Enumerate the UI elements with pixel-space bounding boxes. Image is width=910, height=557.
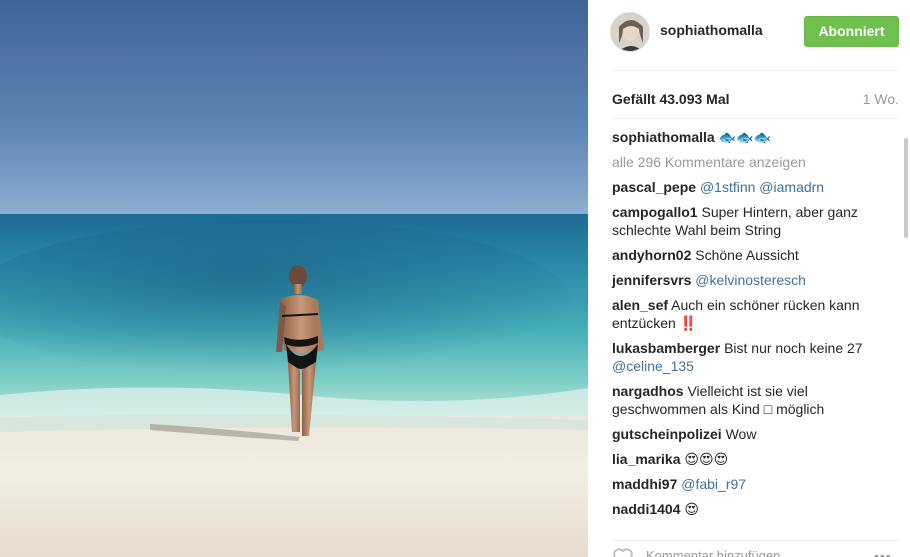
comment-item: maddhi97 @fabi_r97 xyxy=(612,475,884,493)
comment-username[interactable]: naddi1404 xyxy=(612,501,680,517)
add-comment-bar: Kommentar hinzufügen ... ••• xyxy=(612,540,899,557)
more-options-icon[interactable]: ••• xyxy=(874,548,892,557)
comment-item: naddi1404 😍 xyxy=(612,500,884,518)
comment-item: lukasbamberger Bist nur noch keine 27 @c… xyxy=(612,339,884,375)
comment-item: pascal_pepe @1stfinn @iamadrn xyxy=(612,178,884,196)
comment-mention[interactable]: @celine_135 xyxy=(612,358,694,374)
comment-username[interactable]: lia_marika xyxy=(612,451,681,467)
following-button[interactable]: Abonniert xyxy=(804,16,899,47)
comment-username[interactable]: pascal_pepe xyxy=(612,179,696,195)
comment-text: Wow xyxy=(725,426,757,442)
comment-item: nargadhos Vielleicht ist sie viel geschw… xyxy=(612,382,884,418)
post-details-panel: sophiathomalla Abonniert Gefällt 43.093 … xyxy=(588,0,910,557)
comment-input[interactable]: Kommentar hinzufügen ... xyxy=(646,548,795,557)
comment-username[interactable]: nargadhos xyxy=(612,383,684,399)
likes-divider xyxy=(612,118,899,119)
post-photo[interactable] xyxy=(0,0,588,557)
comment-item: andyhorn02 Schöne Aussicht xyxy=(612,246,884,264)
comment-text: 😍😍😍 xyxy=(684,451,729,467)
comment-username[interactable]: jennifersvrs xyxy=(612,272,691,288)
comment-username[interactable]: andyhorn02 xyxy=(612,247,691,263)
comment-text: Schöne Aussicht xyxy=(695,247,799,263)
post-author-username[interactable]: sophiathomalla xyxy=(660,22,763,38)
comment-mention[interactable]: @1stfinn @iamadrn xyxy=(700,179,824,195)
avatar[interactable] xyxy=(610,12,650,52)
post-header: sophiathomalla Abonniert xyxy=(588,0,910,68)
beach-photo-graphic xyxy=(0,0,588,557)
comment-username[interactable]: campogallo1 xyxy=(612,204,698,220)
comment-mention[interactable]: @kelvinosteresch xyxy=(695,272,806,288)
heart-outline-icon[interactable] xyxy=(612,547,634,557)
comment-username[interactable]: alen_sef xyxy=(612,297,668,313)
post-age[interactable]: 1 Wo. xyxy=(863,91,899,107)
comment-item: campogallo1 Super Hintern, aber ganz sch… xyxy=(612,203,884,239)
comment-username[interactable]: lukasbamberger xyxy=(612,340,720,356)
avatar-portrait-icon xyxy=(611,13,649,51)
caption-text: 🐟🐟🐟 xyxy=(718,129,771,145)
comment-username[interactable]: maddhi97 xyxy=(612,476,677,492)
header-divider xyxy=(612,70,899,71)
view-all-comments-link[interactable]: alle 296 Kommentare anzeigen xyxy=(612,153,884,171)
comments-scrollbar[interactable] xyxy=(904,138,908,238)
caption: sophiathomalla 🐟🐟🐟 xyxy=(612,128,884,146)
comment-mention[interactable]: @fabi_r97 xyxy=(681,476,746,492)
comment-item: lia_marika 😍😍😍 xyxy=(612,450,884,468)
likes-count[interactable]: Gefällt 43.093 Mal xyxy=(612,91,730,107)
comment-item: jennifersvrs @kelvinosteresch xyxy=(612,271,884,289)
comment-text: 😍 xyxy=(684,501,699,517)
caption-username[interactable]: sophiathomalla xyxy=(612,129,715,145)
comments-list: sophiathomalla 🐟🐟🐟 alle 296 Kommentare a… xyxy=(612,128,884,525)
comment-item: alen_sef Auch ein schöner rücken kann en… xyxy=(612,296,884,332)
comment-item: gutscheinpolizei Wow xyxy=(612,425,884,443)
comment-text: Bist nur noch keine 27 xyxy=(724,340,863,356)
comment-username[interactable]: gutscheinpolizei xyxy=(612,426,722,442)
